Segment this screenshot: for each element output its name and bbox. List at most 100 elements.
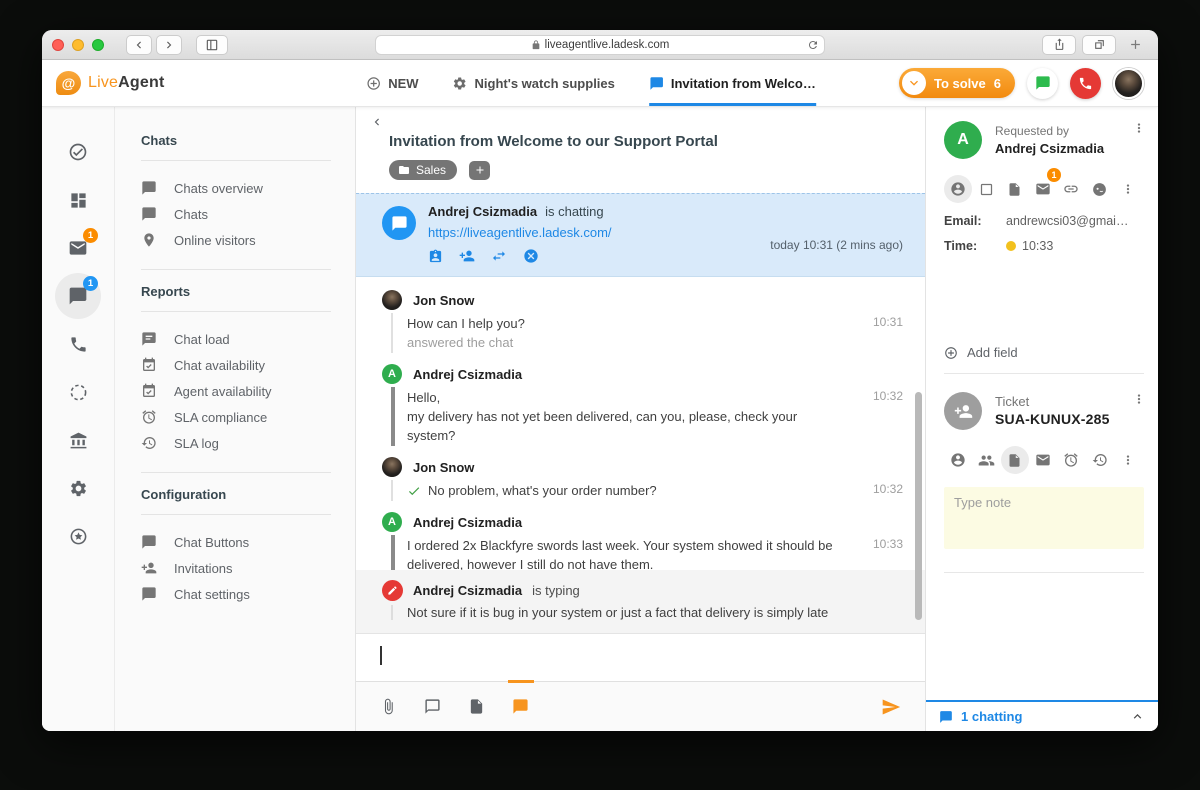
message-list[interactable]: Jon Snow How can I help you? answered th… [356, 277, 925, 570]
to-solve-button[interactable]: To solve 6 [899, 68, 1015, 98]
tab-overview-button[interactable] [1082, 35, 1116, 55]
more-icon[interactable] [1132, 392, 1146, 406]
message-input[interactable] [356, 633, 925, 681]
chat-outline-icon [424, 698, 441, 715]
link-icon[interactable] [1057, 175, 1085, 203]
composer-toolbar [356, 681, 925, 731]
visitor-status: is chatting [545, 204, 604, 219]
divider [141, 514, 331, 515]
nav-section-configuration: Configuration Chat Buttons Invitations C… [141, 472, 331, 607]
reply-mode-button[interactable] [424, 698, 441, 715]
note-icon[interactable] [1001, 175, 1029, 203]
nav-item-sla-log[interactable]: SLA log [141, 430, 331, 456]
send-icon [881, 697, 901, 717]
reload-button[interactable] [807, 39, 819, 51]
department-tag[interactable]: Sales [389, 160, 457, 180]
time-value: 10:33 [1022, 239, 1053, 253]
nav-item-chat-load[interactable]: Chat load [141, 326, 331, 352]
mail-icon[interactable] [1029, 446, 1057, 474]
tab-invitation[interactable]: Invitation from Welco… [649, 60, 816, 106]
nav-item-chat-settings[interactable]: Chat settings [141, 581, 331, 607]
send-button[interactable] [881, 697, 901, 717]
chat-status-button[interactable] [1027, 68, 1058, 99]
ticket-label: Ticket [995, 393, 1110, 410]
nav-item-online-visitors[interactable]: Online visitors [141, 227, 331, 253]
nav-item-chats-overview[interactable]: Chats overview [141, 175, 331, 201]
contact-card-icon[interactable] [428, 249, 443, 264]
calendar-check-icon [141, 383, 157, 399]
people-icon[interactable] [972, 446, 1000, 474]
nav-item-chat-buttons[interactable]: Chat Buttons [141, 529, 331, 555]
ticket-id: SUA-KUNUX-285 [995, 410, 1110, 429]
minimize-window-button[interactable] [72, 39, 84, 51]
share-button[interactable] [1042, 35, 1076, 55]
back-button[interactable] [126, 35, 152, 55]
chat-message: AAndrej Csizmadia Hello, my delivery has… [382, 364, 903, 446]
new-tab-button[interactable] [1122, 35, 1148, 55]
rail-item-addons[interactable] [55, 513, 101, 559]
note-input[interactable] [944, 487, 1144, 549]
chats-badge: 1 [83, 276, 98, 291]
note-mode-button[interactable] [468, 698, 485, 715]
forward-button[interactable] [156, 35, 182, 55]
transfer-icon[interactable] [491, 248, 507, 264]
nav-item-chat-availability[interactable]: Chat availability [141, 352, 331, 378]
more-icon[interactable] [1114, 175, 1142, 203]
visitor-avatar: A [382, 512, 402, 532]
loop-icon [69, 383, 88, 402]
tickets-badge: 1 [83, 228, 98, 243]
rail-item-settings[interactable] [55, 465, 101, 511]
note-icon [468, 698, 485, 715]
chat-scrollbar[interactable] [915, 392, 922, 620]
history-icon[interactable] [1086, 446, 1114, 474]
url-text: liveagentlive.ladesk.com [545, 39, 670, 51]
add-tag-button[interactable] [469, 161, 490, 180]
chat-message: Jon Snow No problem, what's your order n… [382, 457, 903, 501]
divider [141, 269, 331, 270]
call-status-button[interactable] [1070, 68, 1101, 99]
close-window-button[interactable] [52, 39, 64, 51]
sidebar-toggle-button[interactable] [196, 35, 228, 55]
rail-item-chats[interactable]: 1 [55, 273, 101, 319]
alarm-icon[interactable] [1057, 446, 1085, 474]
visitor-url-link[interactable]: https://liveagentlive.ladesk.com/ [428, 225, 612, 240]
rail-item-social[interactable] [55, 369, 101, 415]
mailchimp-icon[interactable] [1086, 175, 1114, 203]
agent-avatar[interactable] [1113, 68, 1144, 99]
more-icon[interactable] [1114, 446, 1142, 474]
rail-item-resolve[interactable] [55, 129, 101, 175]
rail-item-dashboard[interactable] [55, 177, 101, 223]
address-bar[interactable]: liveagentlive.ladesk.com [375, 35, 825, 55]
account-icon[interactable] [944, 175, 972, 203]
account-icon[interactable] [944, 446, 972, 474]
agent-avatar [382, 457, 402, 477]
chat-icon [939, 710, 953, 724]
rail-item-tickets[interactable]: 1 [55, 225, 101, 271]
close-circle-icon[interactable] [523, 248, 539, 264]
message-time: 10:32 [873, 482, 903, 496]
nav-item-agent-availability[interactable]: Agent availability [141, 378, 331, 404]
chevron-up-icon[interactable] [1130, 709, 1145, 724]
rail-item-academy[interactable] [55, 417, 101, 463]
person-add-icon[interactable] [459, 248, 475, 264]
nav-item-sla-compliance[interactable]: SLA compliance [141, 404, 331, 430]
card-icon[interactable] [972, 175, 1000, 203]
zoom-window-button[interactable] [92, 39, 104, 51]
attachment-icon [380, 698, 397, 715]
note-icon[interactable] [1001, 446, 1029, 474]
tab-new[interactable]: NEW [366, 60, 418, 106]
tab-nights-watch-supplies[interactable]: Night's watch supplies [453, 60, 615, 106]
back-chevron-button[interactable] [370, 115, 905, 129]
chatting-footer[interactable]: 1 chatting [926, 700, 1158, 731]
nav-item-invitations[interactable]: Invitations [141, 555, 331, 581]
chat-message: Jon Snow How can I help you? answered th… [382, 290, 903, 353]
liveagent-logo[interactable]: @ LiveAgent [56, 71, 164, 95]
chat-mode-button[interactable] [512, 698, 529, 715]
rail-item-calls[interactable] [55, 321, 101, 367]
more-icon[interactable] [1132, 121, 1146, 135]
add-field-button[interactable]: Add field [944, 345, 1144, 360]
nav-item-chats[interactable]: Chats [141, 201, 331, 227]
chat-load-icon [141, 331, 157, 347]
mail-icon[interactable]: 1 [1029, 175, 1057, 203]
attachment-button[interactable] [380, 698, 397, 715]
